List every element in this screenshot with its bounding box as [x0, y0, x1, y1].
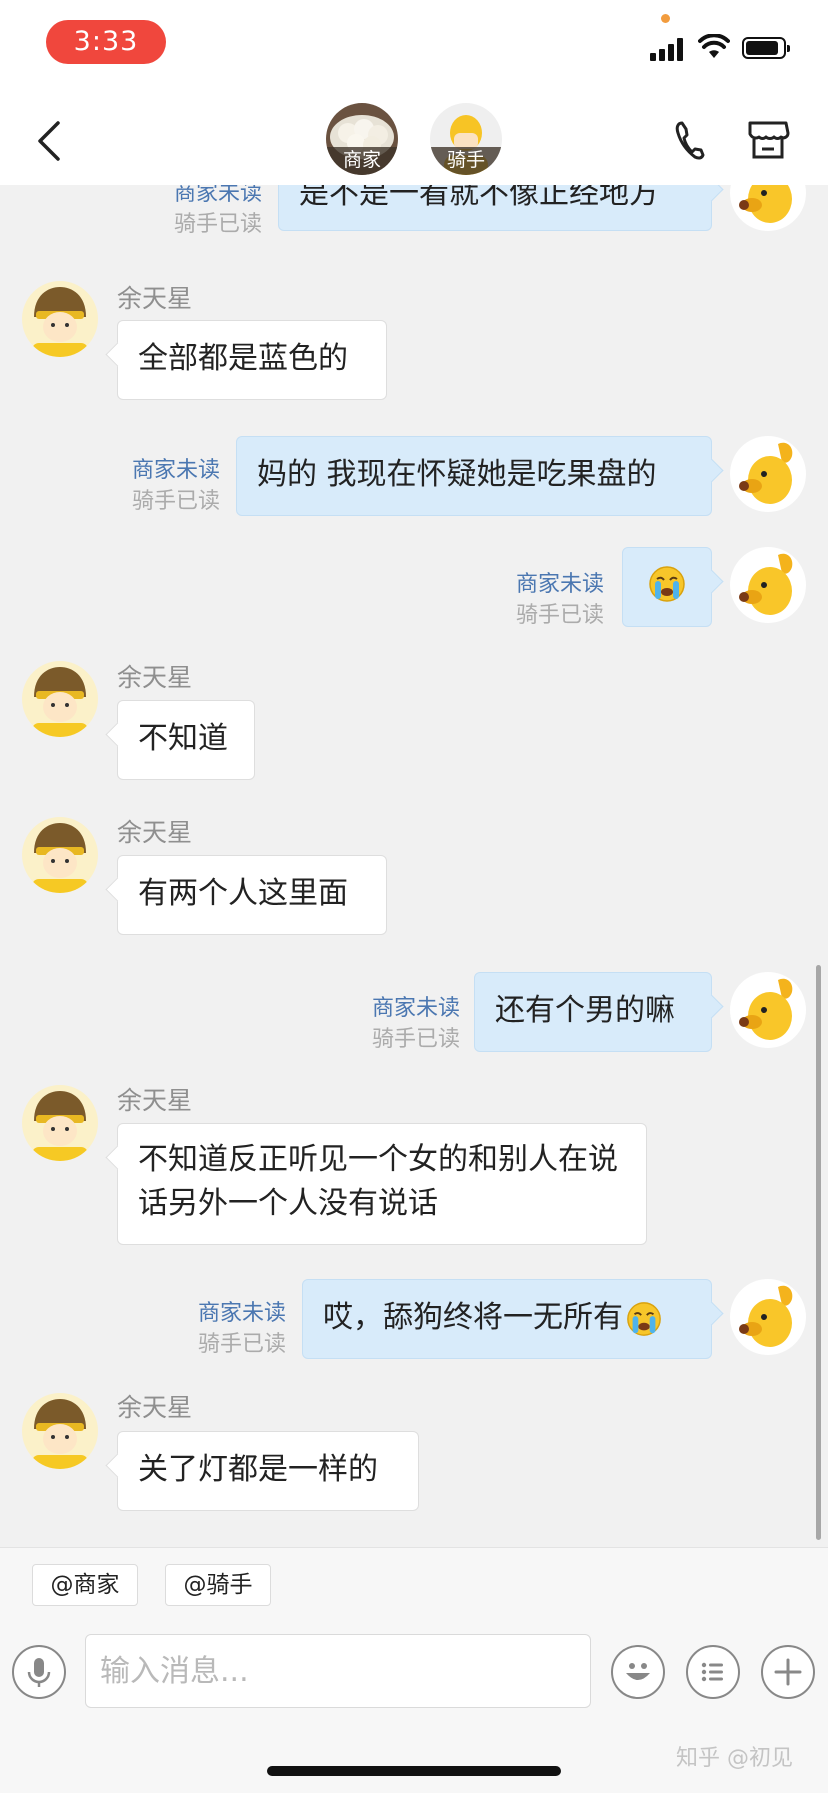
crying-face-icon [649, 566, 685, 602]
phone-icon[interactable] [668, 117, 708, 163]
chat-scrollbar[interactable] [816, 965, 821, 1540]
home-indicator[interactable] [267, 1766, 561, 1776]
rider-read-status: 骑手已读 [371, 1027, 460, 1052]
sender-name: 余天星 [117, 1086, 193, 1115]
message-bubble[interactable]: 还有个男的嘛 [474, 972, 712, 1052]
message-bubble[interactable]: 全部都是蓝色的 [117, 320, 387, 400]
rider-avatar[interactable] [22, 1393, 98, 1469]
message-input[interactable] [85, 1634, 591, 1708]
voice-input-button[interactable] [12, 1645, 66, 1699]
merchant-unread-status: 商家未读 [515, 572, 604, 597]
sender-name: 余天星 [117, 663, 193, 692]
user-dog-avatar[interactable] [730, 1279, 806, 1355]
message-bubble[interactable] [622, 547, 712, 627]
message-bubble[interactable]: 是不是一看就不像正经地方 [278, 185, 712, 231]
crying-face-icon [627, 1301, 661, 1336]
emoji-button[interactable] [611, 1645, 665, 1699]
merchant-unread-status: 商家未读 [197, 1301, 286, 1326]
rider-read-status: 骑手已读 [173, 212, 262, 237]
rider-avatar[interactable] [22, 1085, 98, 1161]
message-bubble[interactable]: 哎，舔狗终将一无所有 [302, 1279, 712, 1359]
smiley-icon [626, 1663, 650, 1680]
rider-avatar[interactable] [22, 817, 98, 893]
read-status: 商家未读 骑手已读 [110, 455, 220, 517]
user-dog-avatar[interactable] [730, 185, 806, 231]
message-text: 哎，舔狗终将一无所有 [323, 1300, 623, 1335]
message-bubble[interactable]: 有两个人这里面 [117, 855, 387, 935]
read-status: 商家未读 骑手已读 [494, 569, 604, 631]
user-dog-avatar[interactable] [730, 972, 806, 1048]
merchant-avatar[interactable]: 商家 [326, 103, 398, 175]
battery-icon [742, 37, 790, 59]
read-status: 商家未读 骑手已读 [350, 993, 460, 1055]
list-icon [701, 1662, 723, 1682]
store-icon[interactable] [745, 117, 791, 163]
zhihu-watermark: 知乎 @初见 [676, 1746, 793, 1771]
merchant-unread-status: 商家未读 [371, 996, 460, 1021]
chat-header: 商家 骑手 [0, 95, 828, 185]
read-status: 商家未读 骑手已读 [150, 185, 262, 240]
mention-rider-button[interactable]: @骑手 [165, 1564, 271, 1606]
back-icon[interactable] [28, 117, 72, 165]
message-bubble[interactable]: 妈的 我现在怀疑她是吃果盘的 [236, 436, 712, 516]
privacy-indicator-dot [661, 14, 670, 23]
message-bubble[interactable]: 关了灯都是一样的 [117, 1431, 419, 1511]
sender-name: 余天星 [117, 284, 193, 313]
microphone-icon [27, 1658, 51, 1687]
status-time: 3:33 [46, 20, 166, 64]
rider-read-status: 骑手已读 [131, 489, 220, 514]
user-dog-avatar[interactable] [730, 436, 806, 512]
mention-merchant-button[interactable]: @商家 [32, 1564, 138, 1606]
status-bar: 3:33 [0, 0, 828, 95]
rider-avatar[interactable] [22, 281, 98, 357]
quick-reply-list-button[interactable] [686, 1645, 740, 1699]
rider-avatar[interactable] [22, 661, 98, 737]
rider-read-status: 骑手已读 [515, 603, 604, 628]
cellular-signal-icon [650, 37, 686, 61]
plus-icon [774, 1658, 802, 1686]
rider-avatar[interactable]: 骑手 [430, 103, 502, 175]
message-bubble[interactable]: 不知道 [117, 700, 255, 780]
message-bubble[interactable]: 不知道反正听见一个女的和别人在说话另外一个人没有说话 [117, 1123, 647, 1245]
merchant-unread-status: 商家未读 [173, 185, 262, 206]
sender-name: 余天星 [117, 1393, 193, 1422]
rider-read-status: 骑手已读 [197, 1332, 286, 1357]
wifi-icon [698, 34, 730, 58]
rider-label: 骑手 [430, 147, 502, 175]
more-options-button[interactable] [761, 1645, 815, 1699]
merchant-label: 商家 [326, 147, 398, 175]
merchant-unread-status: 商家未读 [131, 458, 220, 483]
chat-message-list[interactable]: 商家未读 骑手已读 是不是一看就不像正经地方 余天星 全部都是蓝色的 商家未读 [0, 185, 828, 1547]
user-dog-avatar[interactable] [730, 547, 806, 623]
read-status: 商家未读 骑手已读 [170, 1298, 286, 1360]
sender-name: 余天星 [117, 818, 193, 847]
